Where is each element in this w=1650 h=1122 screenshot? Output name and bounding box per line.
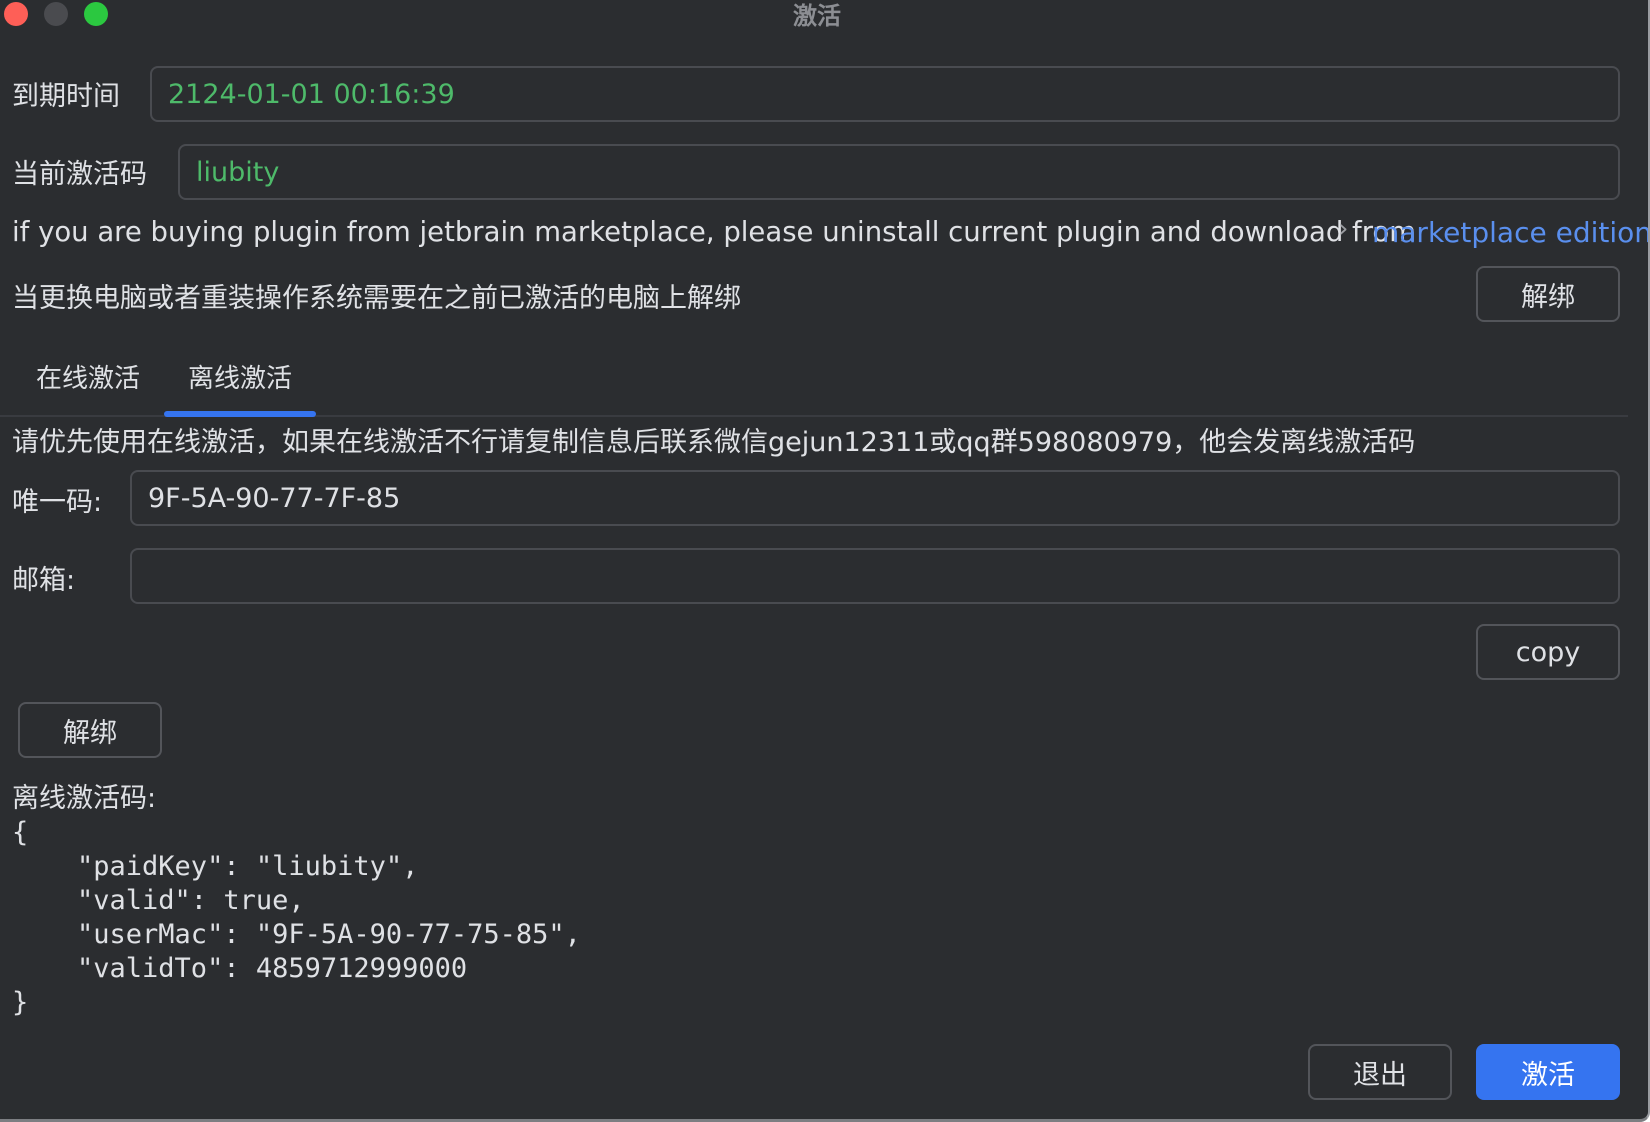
unique-id-label: 唯一码: — [12, 487, 103, 518]
offline-code-json: { "paidKey": "liubity", "valid": true, "… — [12, 817, 581, 1018]
expiry-value: 2124-01-01 00:16:39 — [168, 78, 455, 110]
marketplace-edition-link[interactable]: marketplace edition — [1372, 216, 1648, 249]
current-code-field[interactable]: liubity — [178, 144, 1620, 200]
unbind-button-offline[interactable]: 解绑 — [18, 702, 162, 758]
offline-code-label: 离线激活码: — [12, 783, 157, 814]
exit-button[interactable]: 退出 — [1308, 1044, 1452, 1100]
offline-notice: 请优先使用在线激活，如果在线激活不行请复制信息后联系微信gejun12311或q… — [12, 427, 1416, 458]
current-code-label: 当前激活码 — [12, 159, 147, 190]
email-label: 邮箱: — [12, 565, 76, 596]
copy-button[interactable]: copy — [1476, 624, 1620, 680]
window-title: 激活 — [793, 2, 841, 30]
chevron-right-icon: › — [1338, 214, 1349, 244]
activate-button[interactable]: 激活 — [1476, 1044, 1620, 1100]
activation-dialog: 激活 到期时间 2124-01-01 00:16:39 当前激活码 liubit… — [0, 0, 1650, 1122]
active-tab-indicator — [164, 411, 316, 417]
unique-id-value: 9F-5A-90-77-7F-85 — [148, 482, 401, 514]
marketplace-note: if you are buying plugin from jetbrain m… — [12, 216, 1417, 248]
unbind-note: 当更换电脑或者重装操作系统需要在之前已激活的电脑上解绑 — [12, 283, 741, 314]
expiry-field[interactable]: 2124-01-01 00:16:39 — [150, 66, 1620, 122]
unique-id-field[interactable]: 9F-5A-90-77-7F-85 — [130, 470, 1620, 526]
email-field[interactable] — [130, 548, 1620, 604]
expiry-label: 到期时间 — [12, 81, 120, 112]
tab-offline-activation[interactable]: 离线激活 — [188, 358, 292, 395]
current-code-value: liubity — [196, 156, 280, 188]
tab-online-activation[interactable]: 在线激活 — [36, 358, 140, 395]
unbind-button-top[interactable]: 解绑 — [1476, 266, 1620, 322]
